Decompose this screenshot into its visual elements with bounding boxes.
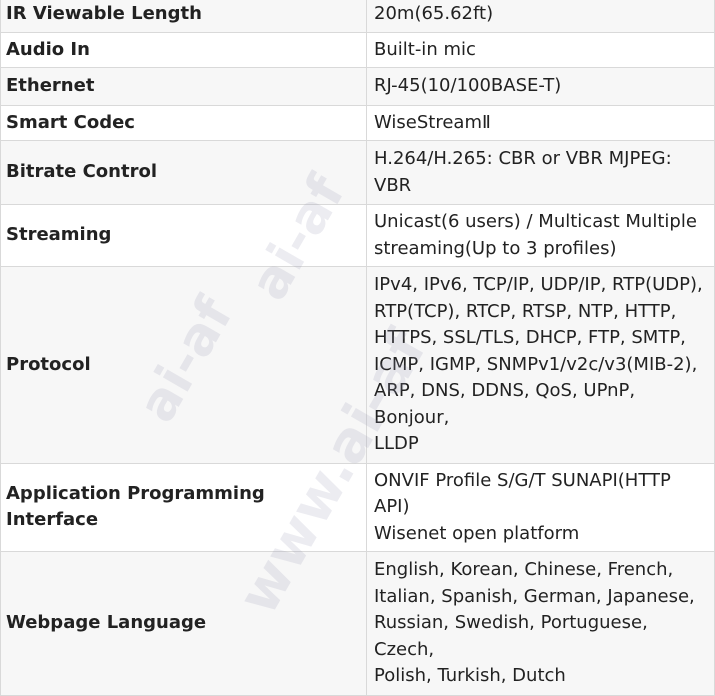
spec-value: Built-in mic	[366, 31, 715, 68]
spec-label: Streaming	[0, 204, 367, 267]
spec-label: Webpage Language	[0, 551, 367, 696]
spec-value-line: RTP(TCP), RTCP, RTSP, NTP, HTTP,	[374, 300, 677, 322]
spec-row: Webpage Language English, Korean, Chinese…	[0, 551, 715, 696]
spec-value-line: Unicast(6 users) / Multicast Multiple	[374, 211, 697, 232]
spec-row: Ethernet RJ-45(10/100BASE-T)	[0, 67, 715, 106]
spec-value-line: WiseStreamⅡ	[374, 111, 491, 133]
spec-label: Bitrate Control	[0, 140, 367, 205]
spec-value-line: RJ-45(10/100BASE-T)	[374, 75, 562, 96]
spec-value-line: LLDP	[374, 433, 419, 454]
spec-value-line: HTTPS, SSL/TLS, DHCP, FTP, SMTP,	[374, 327, 686, 348]
spec-label: Protocol	[0, 266, 367, 464]
spec-row: Streaming Unicast(6 users) / Multicast Mu…	[0, 204, 715, 267]
spec-value: IPv4, IPv6, TCP/IP, UDP/IP, RTP(UDP), RTP…	[366, 266, 715, 464]
spec-table: IR Viewable Length 20m(65.62ft) Audio In Bu…	[0, 0, 715, 696]
spec-value-line: ARP, DNS, DDNS, QoS, UPnP, Bonjour,	[374, 380, 636, 428]
spec-value-line: streaming(Up to 3 profiles)	[374, 237, 617, 259]
spec-value-line: Wisenet open platform	[374, 522, 580, 544]
spec-value-line: H.264/H.265: CBR or VBR MJPEG: VBR	[374, 148, 672, 196]
spec-value: 20m(65.62ft)	[366, 0, 715, 33]
spec-value-line: 20m(65.62ft)	[374, 3, 494, 24]
spec-value-line: Polish, Turkish, Dutch	[374, 665, 566, 686]
spec-value: RJ-45(10/100BASE-T)	[366, 67, 715, 106]
spec-row: Smart Codec WiseStreamⅡ	[0, 104, 715, 141]
spec-value: ONVIF Profile S/G/T SUNAPI(HTTP API) Wise…	[366, 462, 715, 552]
spec-label: Smart Codec	[0, 104, 367, 141]
spec-row: Bitrate Control H.264/H.265: CBR or VBR M…	[0, 140, 715, 205]
spec-label: Application Programming Interface	[0, 462, 367, 552]
spec-value-line: IPv4, IPv6, TCP/IP, UDP/IP, RTP(UDP),	[374, 274, 703, 295]
spec-row: IR Viewable Length 20m(65.62ft)	[0, 0, 715, 33]
spec-label: IR Viewable Length	[0, 0, 367, 33]
spec-value-line: Built-in mic	[374, 38, 476, 60]
spec-label: Audio In	[0, 31, 367, 68]
spec-value-line: ICMP, IGMP, SNMPv1/v2c/v3(MIB-2),	[374, 353, 698, 375]
spec-row: Audio In Built-in mic	[0, 31, 715, 68]
spec-value-line: Russian, Swedish, Portuguese, Czech,	[374, 612, 648, 660]
spec-value: WiseStreamⅡ	[366, 104, 715, 141]
spec-value: English, Korean, Chinese, French, Italian…	[366, 551, 715, 696]
spec-label: Ethernet	[0, 67, 367, 106]
spec-value: H.264/H.265: CBR or VBR MJPEG: VBR	[366, 140, 715, 205]
spec-value-line: ONVIF Profile S/G/T SUNAPI(HTTP API)	[374, 469, 671, 518]
spec-value: Unicast(6 users) / Multicast Multiple str…	[366, 204, 715, 267]
spec-row: Protocol IPv4, IPv6, TCP/IP, UDP/IP, RTP(…	[0, 266, 715, 464]
spec-value-line: Italian, Spanish, German, Japanese,	[374, 585, 695, 607]
spec-value-line: English, Korean, Chinese, French,	[374, 559, 674, 580]
spec-row: Application Programming Interface ONVIF P…	[0, 462, 715, 552]
